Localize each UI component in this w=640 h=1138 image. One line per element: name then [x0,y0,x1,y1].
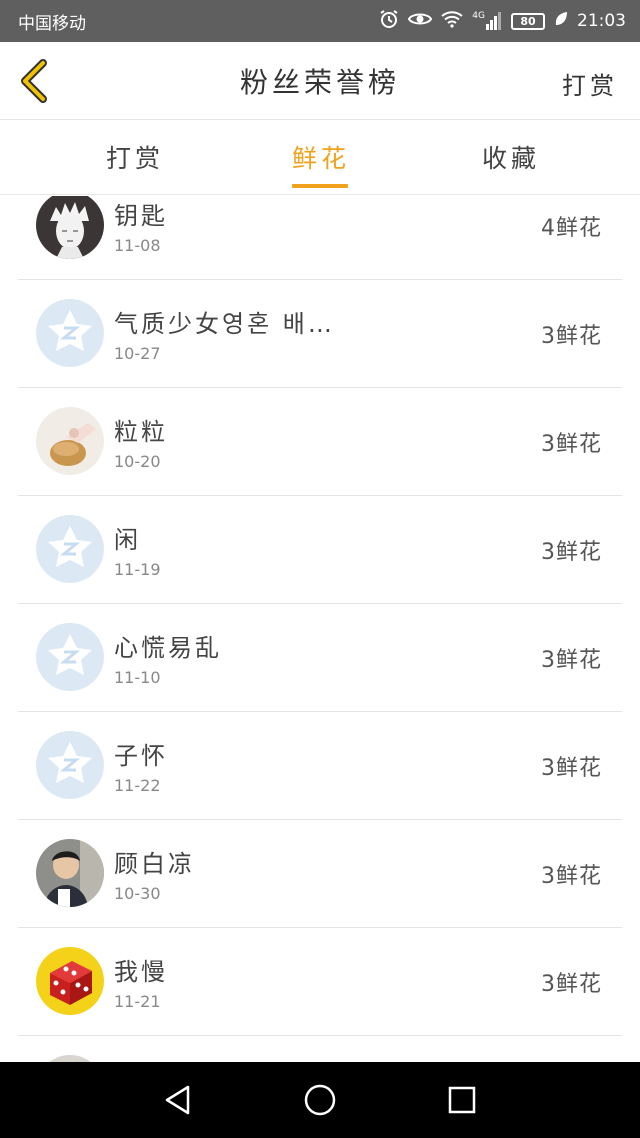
flower-count: 3鲜花 [541,864,602,889]
avatar [36,196,104,259]
system-nav-bar [0,1062,640,1138]
avatar [36,515,104,583]
active-tab-indicator [292,184,348,188]
alarm-icon [379,9,399,33]
fan-name: 我慢 [114,958,168,986]
tab-bar: 打赏 鲜花 收藏 [0,121,640,195]
network-type-label: 4G [472,11,485,21]
fan-date: 10-20 [114,452,161,471]
fan-date: 10-27 [114,344,161,363]
flower-count: 3鲜花 [541,756,602,781]
list-item[interactable]: 顾白凉 10-30 3鲜花 [18,820,622,928]
fan-date: 11-19 [114,560,161,579]
clock-time: 21:03 [577,11,626,31]
list-item[interactable]: 心慌易乱 11-10 3鲜花 [18,604,622,712]
flower-count: 3鲜花 [541,540,602,565]
avatar [36,407,104,475]
flower-count: 4鲜花 [541,216,602,241]
avatar [36,839,104,907]
list-item[interactable]: 闲 11-19 3鲜花 [18,496,622,604]
tab-tip[interactable]: 打赏 [106,139,164,175]
flower-count: 3鲜花 [541,648,602,673]
battery-level: 80 [520,14,536,28]
tab-flowers[interactable]: 鲜花 [292,139,350,175]
fan-name: 气质少女영혼 배… [114,310,335,338]
fan-name: 顾白凉 [114,850,195,878]
status-icons: 4G 80 21:03 [379,9,626,33]
home-circle-icon[interactable] [302,1082,338,1118]
list-item[interactable]: 粒粒 10-20 3鲜花 [18,388,622,496]
list-item-partial[interactable] [18,1036,622,1062]
fan-date: 11-10 [114,668,161,687]
fan-name: 子怀 [114,742,168,770]
battery-icon: 80 [511,12,545,30]
avatar [36,731,104,799]
list-item[interactable]: 气质少女영혼 배… 10-27 3鲜花 [18,280,622,388]
flower-count: 3鲜花 [541,324,602,349]
back-triangle-icon[interactable] [160,1082,196,1118]
flower-count: 3鲜花 [541,972,602,997]
fan-name: 粒粒 [114,418,168,446]
app-header: 粉丝荣誉榜 打赏 [0,42,640,120]
list-item[interactable]: 钥匙 11-08 4鲜花 [18,196,622,280]
fan-date: 11-21 [114,992,161,1011]
fan-date: 10-30 [114,884,161,903]
list-item[interactable]: 我慢 11-21 3鲜花 [18,928,622,1036]
fan-list[interactable]: 钥匙 11-08 4鲜花 气质少女영혼 배… 10-27 3鲜花 粒粒 10-2… [0,196,640,1062]
eye-icon [408,10,433,32]
flower-count: 3鲜花 [541,432,602,457]
tip-button[interactable]: 打赏 [562,66,618,101]
chevron-left-icon [21,59,47,103]
carrier-label: 中国移动 [18,13,86,34]
leaf-icon [554,11,568,31]
avatar [36,623,104,691]
tab-favorites[interactable]: 收藏 [482,139,540,175]
avatar [36,1055,104,1062]
fan-name: 心慌易乱 [114,634,222,662]
avatar [36,299,104,367]
fan-date: 11-22 [114,776,161,795]
fan-name: 闲 [114,526,141,554]
recents-square-icon[interactable] [444,1082,480,1118]
fan-name: 钥匙 [114,202,168,230]
avatar [36,947,104,1015]
fan-date: 11-08 [114,236,161,255]
status-bar: 中国移动 4G 80 21:03 [0,0,640,42]
wifi-icon [441,10,463,32]
list-item[interactable]: 子怀 11-22 3鲜花 [18,712,622,820]
page-title: 粉丝荣誉榜 [239,65,400,99]
back-button[interactable] [14,58,54,104]
signal-icon: 4G [472,12,502,30]
